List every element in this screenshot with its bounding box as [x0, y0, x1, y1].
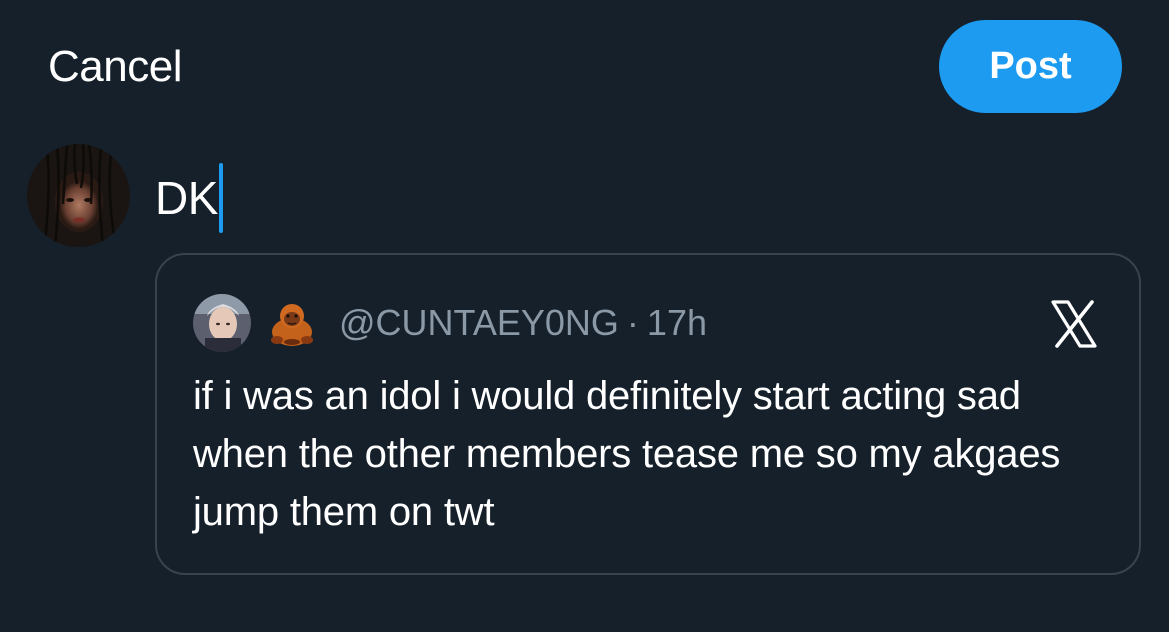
cancel-button[interactable]: Cancel: [48, 40, 182, 94]
compose-input[interactable]: DK: [155, 163, 223, 233]
quoted-post-card[interactable]: @CUNTAEY0NG · 17h if i was an idol i wou…: [155, 253, 1141, 575]
quoted-user-avatar: [193, 294, 251, 352]
quoted-post-time: 17h: [646, 302, 707, 343]
compose-top-bar: Cancel Post: [0, 0, 1169, 130]
post-button[interactable]: Post: [939, 20, 1122, 113]
user-avatar[interactable]: [27, 144, 130, 247]
quoted-post-header: @CUNTAEY0NG · 17h: [193, 291, 707, 355]
meta-separator: ·: [626, 302, 639, 343]
compose-text[interactable]: DK: [155, 168, 218, 228]
quoted-post-text: if i was an idol i would definitely star…: [193, 374, 1061, 534]
x-close-icon[interactable]: [1049, 299, 1099, 349]
orangutan-icon: [267, 298, 317, 348]
text-cursor: [218, 163, 223, 233]
quoted-user-handle: @CUNTAEY0NG: [339, 302, 619, 343]
